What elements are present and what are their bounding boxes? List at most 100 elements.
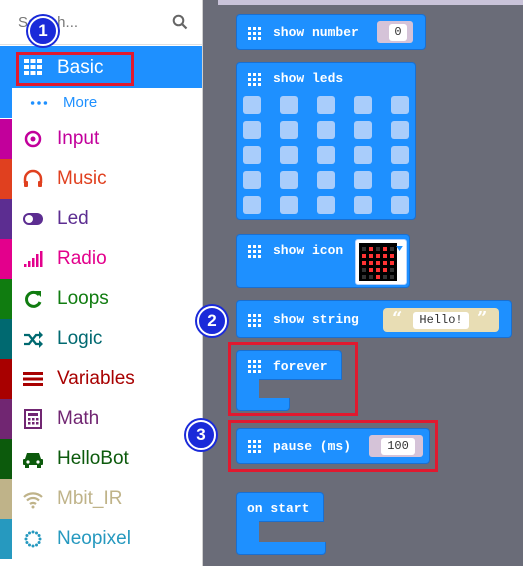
led-cell[interactable]: [317, 96, 335, 114]
refresh-icon: [25, 290, 42, 308]
category-color-bar: [0, 88, 12, 118]
dropdown-arrow-icon: [396, 246, 403, 251]
category-loops[interactable]: Loops: [0, 279, 202, 319]
category-label: Logic: [57, 328, 103, 349]
open-quote-icon: “: [392, 308, 403, 329]
step-badge-3: 3: [186, 420, 216, 450]
led-cell[interactable]: [280, 196, 298, 214]
led-cell[interactable]: [280, 146, 298, 164]
category-mbit-ir[interactable]: Mbit_IR: [0, 479, 202, 519]
highlight-basic: [16, 52, 134, 86]
category-music[interactable]: Music: [0, 159, 202, 199]
led-cell[interactable]: [391, 121, 409, 139]
category-label: Math: [57, 408, 100, 429]
category-color-bar: [0, 239, 12, 279]
grid-icon: [248, 314, 261, 327]
on-start-header: on start: [236, 492, 324, 522]
step-badge-2: 2: [197, 306, 227, 336]
led-cell[interactable]: [354, 96, 372, 114]
block-label: show number: [273, 25, 359, 40]
category-color-bar: [0, 119, 12, 159]
led-cell[interactable]: [243, 96, 261, 114]
highlight-forever: [228, 342, 358, 416]
led-cell[interactable]: [391, 146, 409, 164]
close-quote-icon: ”: [477, 308, 488, 329]
category-hellobot[interactable]: HelloBot: [0, 439, 202, 479]
led-cell[interactable]: [354, 196, 372, 214]
category-color-bar: [0, 359, 12, 399]
category-math[interactable]: Math: [0, 399, 202, 439]
show-leds-block[interactable]: show leds: [236, 62, 416, 220]
category-label: Neopixel: [57, 528, 131, 549]
category-label: Mbit_IR: [57, 488, 123, 509]
led-cell[interactable]: [243, 196, 261, 214]
show-icon-block[interactable]: show icon: [236, 234, 410, 288]
category-radio[interactable]: Radio: [0, 239, 202, 279]
category-color-bar: [0, 519, 12, 559]
category-label: Led: [57, 208, 89, 229]
led-cell[interactable]: [317, 196, 335, 214]
show-number-block[interactable]: show number 0: [236, 14, 426, 50]
led-cell[interactable]: [391, 171, 409, 189]
headphones-icon: [23, 169, 43, 187]
category-logic[interactable]: Logic: [0, 319, 202, 359]
heart-icon: [359, 243, 397, 281]
category-label: Radio: [57, 248, 107, 269]
led-cell[interactable]: [280, 96, 298, 114]
led-cell[interactable]: [354, 171, 372, 189]
led-cell[interactable]: [243, 171, 261, 189]
category-led[interactable]: Led: [0, 199, 202, 239]
category-label: HelloBot: [57, 448, 129, 469]
ellipsis-icon: [30, 101, 48, 105]
category-label: Loops: [57, 288, 109, 309]
category-label: Input: [57, 128, 100, 149]
category-neopixel[interactable]: Neopixel: [0, 519, 202, 559]
dotted-circle-icon: [24, 530, 42, 548]
category-label: Music: [57, 168, 107, 189]
category-color-bar: [0, 479, 12, 519]
led-cell[interactable]: [243, 146, 261, 164]
category-label: Variables: [57, 368, 135, 389]
category-more[interactable]: More: [0, 88, 202, 118]
show-string-block[interactable]: show string “ Hello! ”: [236, 300, 512, 338]
led-cell[interactable]: [391, 96, 409, 114]
category-color-bar: [0, 439, 12, 479]
workspace-top-strip: [218, 0, 523, 5]
car-icon: [23, 453, 43, 468]
category-variables[interactable]: Variables: [0, 359, 202, 399]
led-cell[interactable]: [243, 121, 261, 139]
category-color-bar: [0, 199, 12, 239]
search-icon[interactable]: [172, 14, 188, 30]
category-input[interactable]: Input: [0, 119, 202, 159]
led-cell[interactable]: [391, 196, 409, 214]
block-label: show icon: [273, 243, 344, 258]
block-label: show leds: [273, 71, 344, 86]
wifi-icon: [23, 492, 43, 509]
led-cell[interactable]: [317, 171, 335, 189]
led-cell[interactable]: [280, 121, 298, 139]
grid-icon: [248, 27, 261, 40]
category-color-bar: [0, 399, 12, 439]
led-cell[interactable]: [317, 121, 335, 139]
grid-icon: [248, 73, 261, 86]
on-start-block[interactable]: on start: [236, 492, 328, 556]
shuffle-icon: [24, 331, 43, 348]
block-label: on start: [247, 501, 310, 516]
calculator-icon: [24, 409, 42, 429]
led-cell[interactable]: [354, 121, 372, 139]
led-cell[interactable]: [317, 146, 335, 164]
grid-icon: [248, 245, 261, 258]
step-badge-1: 1: [28, 16, 58, 46]
target-icon: [24, 130, 42, 148]
string-input[interactable]: Hello!: [413, 312, 469, 329]
icon-picker-dropdown[interactable]: [355, 239, 407, 285]
number-input[interactable]: 0: [389, 24, 407, 41]
led-cell[interactable]: [354, 146, 372, 164]
led-cell[interactable]: [280, 171, 298, 189]
category-color-bar: [0, 279, 12, 319]
toggle-icon: [23, 213, 43, 225]
category-color-bar: [0, 159, 12, 199]
on-start-footer: [236, 542, 326, 555]
block-label: show string: [273, 312, 359, 327]
signal-bars-icon: [24, 251, 43, 267]
